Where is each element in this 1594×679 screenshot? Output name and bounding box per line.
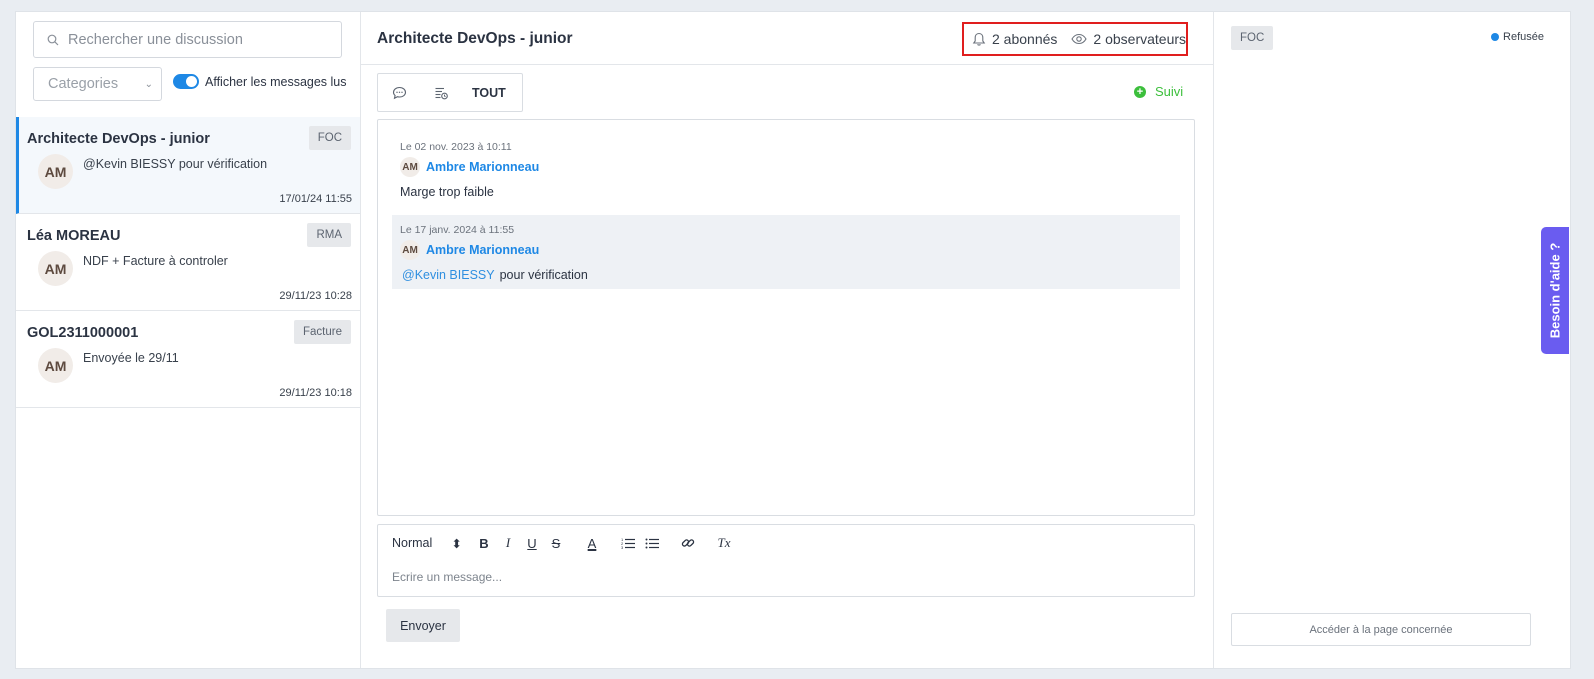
show-read-toggle-label: Afficher les messages lus <box>205 74 347 89</box>
follow-label: Suivi <box>1155 84 1184 99</box>
ordered-list-button[interactable]: 1 2 3 <box>616 537 640 549</box>
ordered-list-icon: 1 2 3 <box>621 537 635 549</box>
avatar: AM <box>400 240 420 260</box>
tab-history[interactable] <box>420 74 462 111</box>
help-tab-label: Besoin d'aide ? <box>1547 242 1563 339</box>
avatar: AM <box>38 348 73 383</box>
text-color-button[interactable]: A <box>580 536 604 551</box>
format-select-value: Normal <box>392 535 433 550</box>
conversation-date: 17/01/24 11:55 <box>279 193 352 205</box>
message-body: Marge trop faible <box>400 185 494 199</box>
avatar: AM <box>38 251 73 286</box>
app-window: Categories ⌄ Afficher les messages lus A… <box>15 11 1571 669</box>
link-icon <box>681 539 695 547</box>
categories-select-value: Categories <box>48 76 119 92</box>
message-mention[interactable]: @Kevin BIESSY <box>402 268 495 282</box>
conversation-snippet: NDF + Facture à controler <box>83 254 228 268</box>
subscribers-label: 2 abonnés <box>992 31 1058 47</box>
search-icon <box>47 34 59 45</box>
underline-button[interactable]: U <box>520 536 544 551</box>
goto-page-button[interactable]: Accéder à la page concernée <box>1231 613 1531 646</box>
format-select-arrows-icon: ⬍ <box>451 536 462 551</box>
conversation-snippet: @Kevin BIESSY pour vérification <box>83 157 268 171</box>
tab-all[interactable]: TOUT <box>472 86 506 100</box>
message-author-name[interactable]: Ambre Marionneau <box>426 160 539 174</box>
conversation-date: 29/11/23 10:28 <box>279 290 352 302</box>
clear-format-button[interactable]: Tx <box>712 535 736 551</box>
svg-text:3: 3 <box>621 545 624 549</box>
message-date: Le 02 nov. 2023 à 10:11 <box>400 141 512 153</box>
bullet-list-button[interactable] <box>640 537 664 549</box>
conversation-tag: RMA <box>307 223 351 247</box>
thread-title: Architecte DevOps - junior <box>377 30 573 47</box>
message-editor: Normal ⬍ B I U S A 1 2 3 Tx Ecrire un me… <box>377 524 1195 597</box>
avatar: AM <box>38 154 73 189</box>
message-date: Le 17 janv. 2024 à 11:55 <box>400 224 515 236</box>
conversation-tag: Facture <box>294 320 351 344</box>
show-read-toggle-group: Afficher les messages lus <box>173 74 347 89</box>
link-button[interactable] <box>676 536 700 550</box>
conversation-snippet: Envoyée le 29/11 <box>83 351 179 365</box>
editor-toolbar: Normal ⬍ B I U S A 1 2 3 Tx <box>378 525 1194 561</box>
thread-header: Architecte DevOps - junior 2 abonnés 2 o… <box>361 12 1213 65</box>
conversation-item[interactable]: GOL2311000001 Facture AM Envoyée le 29/1… <box>16 311 360 408</box>
details-tag: FOC <box>1231 26 1274 50</box>
thread-panel: Architecte DevOps - junior 2 abonnés 2 o… <box>361 12 1213 668</box>
message-text: @Kevin BIESSY pour vérification <box>402 268 588 282</box>
subscribers-observers-box: 2 abonnés 2 observateurs <box>962 22 1188 56</box>
conversation-list: Architecte DevOps - junior FOC AM @Kevin… <box>16 117 360 408</box>
show-read-toggle[interactable] <box>173 74 199 89</box>
avatar: AM <box>400 157 420 177</box>
bold-button[interactable]: B <box>472 536 496 551</box>
status-dot <box>1491 33 1500 41</box>
plus-circle-icon: + <box>1134 85 1146 98</box>
eye-icon <box>1071 33 1088 45</box>
categories-select[interactable]: Categories ⌄ <box>33 67 162 101</box>
bell-icon <box>972 32 986 46</box>
observers-count[interactable]: 2 observateurs <box>1071 31 1186 47</box>
message-text: Marge trop faible <box>400 185 494 199</box>
conversation-title: Léa MOREAU <box>27 228 121 244</box>
message-body: pour vérification <box>499 268 588 282</box>
thread-tabs: TOUT <box>377 73 523 112</box>
message-author-name[interactable]: Ambre Marionneau <box>426 243 539 257</box>
conversation-item[interactable]: Architecte DevOps - junior FOC AM @Kevin… <box>16 117 360 214</box>
bullet-list-icon <box>645 538 659 549</box>
chevron-down-icon: ⌄ <box>144 78 153 90</box>
search-input[interactable] <box>68 31 328 48</box>
format-select[interactable]: Normal ⬍ <box>392 536 472 551</box>
comment-icon <box>392 86 406 99</box>
details-panel: FOC Refusée Accéder à la page concernée <box>1213 12 1570 668</box>
message-list: Le 02 nov. 2023 à 10:11 AM Ambre Marionn… <box>377 119 1195 516</box>
conversation-tag: FOC <box>308 126 351 150</box>
send-button[interactable]: Envoyer <box>386 609 460 642</box>
conversation-item[interactable]: Léa MOREAU RMA AM NDF + Facture à contro… <box>16 214 360 311</box>
strike-button[interactable]: S <box>544 536 568 551</box>
subscribers-count[interactable]: 2 abonnés <box>972 31 1057 47</box>
message-author: AM Ambre Marionneau <box>400 240 539 260</box>
message-input[interactable] <box>392 570 1182 584</box>
italic-button[interactable]: I <box>496 535 520 551</box>
tab-comments[interactable] <box>378 74 420 111</box>
help-tab[interactable]: Besoin d'aide ? <box>1541 227 1569 354</box>
follow-button[interactable]: + Suivi <box>1134 84 1183 99</box>
status-badge: Refusée <box>1491 31 1544 43</box>
conversation-title: Architecte DevOps - junior <box>27 131 210 147</box>
message-item: Le 17 janv. 2024 à 11:55 AM Ambre Marion… <box>392 215 1180 289</box>
conversation-sidebar: Categories ⌄ Afficher les messages lus A… <box>16 12 361 668</box>
list-history-icon <box>435 87 448 99</box>
message-item: Le 02 nov. 2023 à 10:11 AM Ambre Marionn… <box>392 132 1180 210</box>
observers-label: 2 observateurs <box>1093 31 1187 47</box>
message-author: AM Ambre Marionneau <box>400 157 539 177</box>
search-box[interactable] <box>33 21 342 58</box>
status-label: Refusée <box>1503 31 1544 43</box>
conversation-date: 29/11/23 10:18 <box>279 387 352 399</box>
conversation-title: GOL2311000001 <box>27 325 139 341</box>
